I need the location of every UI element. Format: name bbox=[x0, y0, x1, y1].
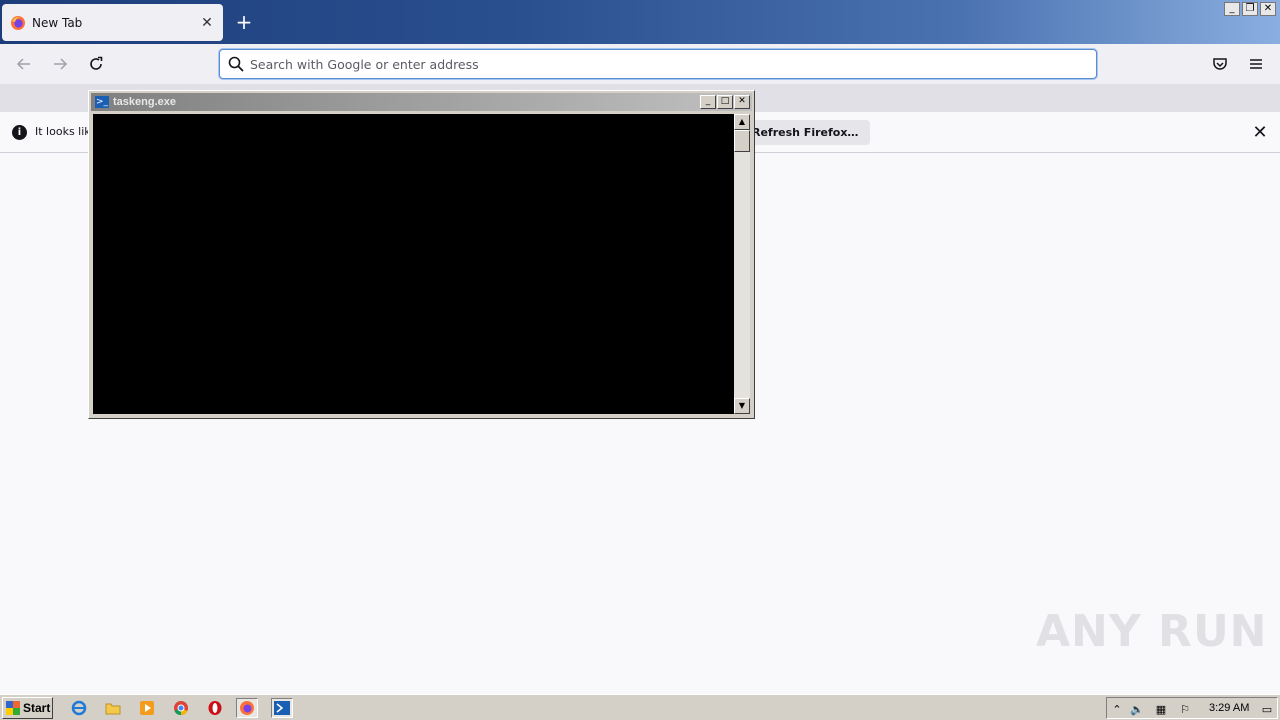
scroll-down-icon[interactable]: ▼ bbox=[734, 398, 750, 414]
refresh-firefox-button[interactable]: Refresh Firefox… bbox=[740, 120, 871, 145]
show-desktop-icon[interactable]: ▭ bbox=[1259, 701, 1275, 717]
hamburger-menu-icon bbox=[1250, 59, 1262, 69]
back-button[interactable] bbox=[12, 52, 36, 76]
console-title: taskeng.exe bbox=[113, 96, 176, 108]
close-window-button[interactable]: ✕ bbox=[1260, 2, 1276, 16]
firefox-icon bbox=[11, 15, 25, 30]
minimize-button[interactable]: _ bbox=[1224, 2, 1240, 16]
window-controls: _ ❐ ✕ bbox=[1224, 2, 1276, 16]
media-player-icon[interactable] bbox=[136, 698, 158, 718]
console-scrollbar[interactable]: ▲ ▼ bbox=[734, 114, 750, 414]
tab-title: New Tab bbox=[32, 15, 83, 30]
start-button[interactable]: Start bbox=[2, 697, 53, 719]
windows-logo-icon bbox=[6, 701, 20, 715]
menu-button[interactable] bbox=[1244, 52, 1268, 76]
action-center-flag-icon[interactable]: ⚐ bbox=[1177, 701, 1193, 717]
folder-icon[interactable] bbox=[102, 698, 124, 718]
console-titlebar[interactable]: >_ taskeng.exe _ □ ✕ bbox=[91, 93, 752, 111]
anyrun-watermark: ANY RUN bbox=[1036, 606, 1268, 657]
clock[interactable]: 3:29 AM bbox=[1209, 702, 1249, 714]
tab-new-tab[interactable]: New Tab ✕ bbox=[2, 4, 223, 41]
scroll-thumb[interactable] bbox=[734, 130, 750, 152]
scroll-up-icon[interactable]: ▲ bbox=[734, 114, 750, 130]
taskbar: Start ⌃ 🔈 ▦ ⚐ 3:29 AM ▭ bbox=[0, 694, 1280, 720]
search-icon bbox=[228, 56, 244, 72]
notification-close-icon[interactable]: ✕ bbox=[1250, 124, 1270, 142]
search-input[interactable] bbox=[250, 56, 1096, 72]
reload-icon bbox=[90, 56, 103, 70]
powershell-icon: >_ bbox=[95, 96, 109, 108]
reload-button[interactable] bbox=[84, 52, 108, 76]
tab-close-icon[interactable]: ✕ bbox=[199, 15, 215, 31]
opera-icon[interactable] bbox=[204, 698, 226, 718]
volume-icon[interactable]: 🔈 bbox=[1129, 701, 1145, 717]
arrow-right-icon bbox=[54, 58, 68, 70]
system-tray: ⌃ 🔈 ▦ ⚐ 3:29 AM ▭ bbox=[1106, 697, 1278, 719]
pocket-button[interactable] bbox=[1208, 52, 1232, 76]
forward-button[interactable] bbox=[48, 52, 72, 76]
console-window-controls: _ □ ✕ bbox=[699, 95, 750, 109]
console-close-button[interactable]: ✕ bbox=[734, 95, 750, 109]
show-hidden-icons-icon[interactable]: ⌃ bbox=[1109, 701, 1125, 717]
info-icon: i bbox=[12, 125, 27, 140]
arrow-left-icon bbox=[16, 58, 30, 70]
console-window: >_ taskeng.exe _ □ ✕ ▲ ▼ bbox=[88, 90, 755, 419]
console-maximize-button[interactable]: □ bbox=[717, 95, 733, 109]
tab-strip: New Tab ✕ + _ ❐ ✕ bbox=[0, 0, 1280, 44]
firefox-taskbar-icon[interactable] bbox=[236, 698, 258, 718]
network-icon[interactable]: ▦ bbox=[1153, 701, 1169, 717]
internet-explorer-icon[interactable] bbox=[68, 698, 90, 718]
console-screen[interactable] bbox=[93, 114, 734, 414]
new-tab-button[interactable]: + bbox=[232, 10, 256, 34]
powershell-taskbar-icon[interactable] bbox=[271, 698, 293, 718]
restore-button[interactable]: ❐ bbox=[1242, 2, 1258, 16]
start-label: Start bbox=[23, 701, 51, 715]
url-bar[interactable] bbox=[219, 49, 1097, 79]
chrome-icon[interactable] bbox=[170, 698, 192, 718]
pocket-icon bbox=[1213, 58, 1227, 70]
nav-bar bbox=[0, 44, 1280, 84]
console-minimize-button[interactable]: _ bbox=[700, 95, 716, 109]
